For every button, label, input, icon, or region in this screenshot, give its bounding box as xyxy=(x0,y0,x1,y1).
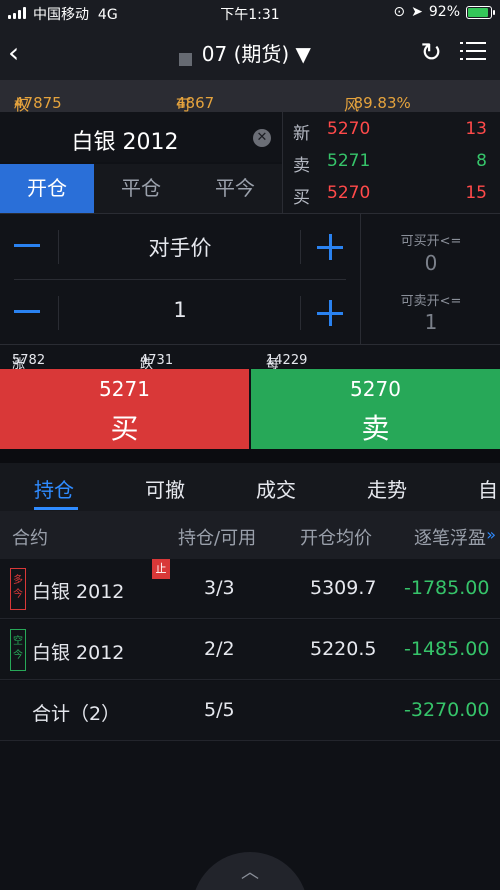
quote-label: 卖 xyxy=(293,156,310,176)
sell-label: 卖 xyxy=(361,412,390,445)
trading-screen: 中国移动 4G 下午1:31 ⊙ ➤ 92% ‹ ​07 (期货) ▼ ↻ 权益… xyxy=(0,0,500,890)
quote-row-last: 新 5270 13 xyxy=(283,114,500,146)
buy-button[interactable]: 5271 买 xyxy=(0,369,249,449)
tab-open[interactable]: 开仓 xyxy=(0,164,94,213)
quote-label: 新 xyxy=(293,124,310,144)
row-avg-price: 5220.5 xyxy=(310,638,377,660)
lock-rotation-icon: ⊙ xyxy=(393,4,406,20)
row-contract: 白银 2012 xyxy=(32,581,125,603)
row-pnl: -1485.00 xyxy=(404,638,490,660)
refresh-button[interactable]: ↻ xyxy=(420,38,442,68)
quote-panel: 新 5270 13 卖 5271 8 买 5270 15 xyxy=(282,112,500,213)
battery-icon xyxy=(466,5,495,19)
quantity-input[interactable]: 1 xyxy=(60,298,300,322)
header-contract: 合约 xyxy=(12,528,48,549)
header-avg-price: 开仓均价 xyxy=(300,528,372,549)
limit-down-value: 4731 xyxy=(140,353,174,368)
caret-down-icon: ▼ xyxy=(295,42,311,66)
quote-volume: 8 xyxy=(476,151,487,171)
open-limits: 可买开<= 0 可卖开<= 1 xyxy=(360,213,500,344)
position-badge: 多今 xyxy=(10,568,26,610)
row-pnl: -1785.00 xyxy=(404,577,490,599)
buy-label: 买 xyxy=(110,412,139,445)
row-position: 3/3 xyxy=(204,577,235,599)
table-row[interactable]: 多今 止 白银 2012 3/3 5309.7 -1785.00 xyxy=(0,559,500,619)
stop-badge: 止 xyxy=(152,559,170,579)
order-controls: 对手价 1 xyxy=(0,213,360,344)
page-title: ​07 (期货) xyxy=(189,42,290,66)
chevron-right-icon[interactable]: » xyxy=(486,525,496,544)
position-badge: 空今 xyxy=(10,629,26,671)
tab-more[interactable]: 自 xyxy=(478,474,498,503)
buy-price: 5271 xyxy=(99,377,150,401)
quote-row-ask[interactable]: 卖 5271 8 xyxy=(283,146,500,178)
qty-plus-button[interactable] xyxy=(317,300,343,326)
header-float-pnl: 逐笔浮盈 xyxy=(414,528,486,549)
account-summary: 权益: 47875 可用: 4867 风险度: 89.83% xyxy=(0,80,500,156)
sell-price: 5270 xyxy=(350,377,401,401)
row-position: 2/2 xyxy=(204,638,235,660)
qty-minus-button[interactable] xyxy=(14,310,40,313)
available-value: 4867 xyxy=(176,94,215,112)
sell-open-value: 1 xyxy=(424,310,438,334)
battery-percent: 92% xyxy=(428,4,460,20)
header-position: 持仓/可用 xyxy=(178,528,257,549)
quote-volume: 15 xyxy=(465,183,487,203)
risk-value: 89.83% xyxy=(353,94,411,112)
tab-cancelable[interactable]: 可撤 xyxy=(145,474,185,503)
location-icon: ➤ xyxy=(411,4,423,20)
quantity-stepper: 1 xyxy=(0,280,360,345)
total-label: 合计（2） xyxy=(32,703,121,725)
clear-icon[interactable]: ✕ xyxy=(253,129,271,147)
position-tabs: 持仓 可撤 成交 走势 自 xyxy=(0,463,500,511)
table-total-row: 合计（2） 5/5 -3270.00 xyxy=(0,681,500,741)
margin-value: 14229 xyxy=(266,353,308,368)
quote-price: 5271 xyxy=(327,151,371,171)
quote-volume: 13 xyxy=(465,119,487,139)
tab-close[interactable]: 平仓 xyxy=(94,164,188,213)
buy-open-label: 可买开<= xyxy=(400,234,462,249)
price-input[interactable]: 对手价 xyxy=(60,232,300,262)
nav-bar: ‹ ​07 (期货) ▼ ↻ xyxy=(0,26,500,80)
total-pnl: -3270.00 xyxy=(404,699,490,721)
tab-close-today[interactable]: 平今 xyxy=(188,164,282,213)
price-minus-button[interactable] xyxy=(14,244,40,247)
limit-prices: 涨停价: 5782 跌停价: 4731 每手保证金约: 14229 xyxy=(0,344,500,467)
sell-open-label: 可卖开<= xyxy=(400,294,462,309)
chevron-up-icon: ︿ xyxy=(241,862,259,883)
row-contract: 白银 2012 xyxy=(32,642,125,664)
buy-open-value: 0 xyxy=(424,251,438,275)
table-header: 合约 持仓/可用 开仓均价 逐笔浮盈 » xyxy=(0,511,500,559)
instrument-name: 白银 2012 xyxy=(71,130,179,155)
refresh-icon: ↻ xyxy=(420,38,442,68)
tab-trend[interactable]: 走势 xyxy=(367,474,407,503)
equity-value: 47875 xyxy=(14,94,62,112)
quote-label: 买 xyxy=(293,188,310,208)
price-stepper: 对手价 xyxy=(0,214,360,279)
instrument-field[interactable]: 白银 2012 ✕ xyxy=(0,112,282,162)
list-menu-button[interactable] xyxy=(460,40,486,62)
order-type-tabs: 开仓 平仓 平今 xyxy=(0,164,282,213)
total-position: 5/5 xyxy=(204,699,235,721)
tab-positions[interactable]: 持仓 xyxy=(34,474,74,503)
active-tab-indicator xyxy=(34,507,78,510)
pull-up-handle[interactable]: ︿ xyxy=(192,852,308,890)
price-plus-button[interactable] xyxy=(317,234,343,260)
quote-row-bid[interactable]: 买 5270 15 xyxy=(283,178,500,210)
table-row[interactable]: 空今 白银 2012 2/2 5220.5 -1485.00 xyxy=(0,620,500,680)
quote-price: 5270 xyxy=(327,183,371,203)
status-bar: 中国移动 4G 下午1:31 ⊙ ➤ 92% xyxy=(0,0,500,26)
sell-button[interactable]: 5270 卖 xyxy=(251,369,500,449)
limit-up-value: 5782 xyxy=(12,353,46,368)
tab-trades[interactable]: 成交 xyxy=(256,474,296,503)
row-avg-price: 5309.7 xyxy=(310,577,377,599)
quote-price: 5270 xyxy=(327,119,371,139)
